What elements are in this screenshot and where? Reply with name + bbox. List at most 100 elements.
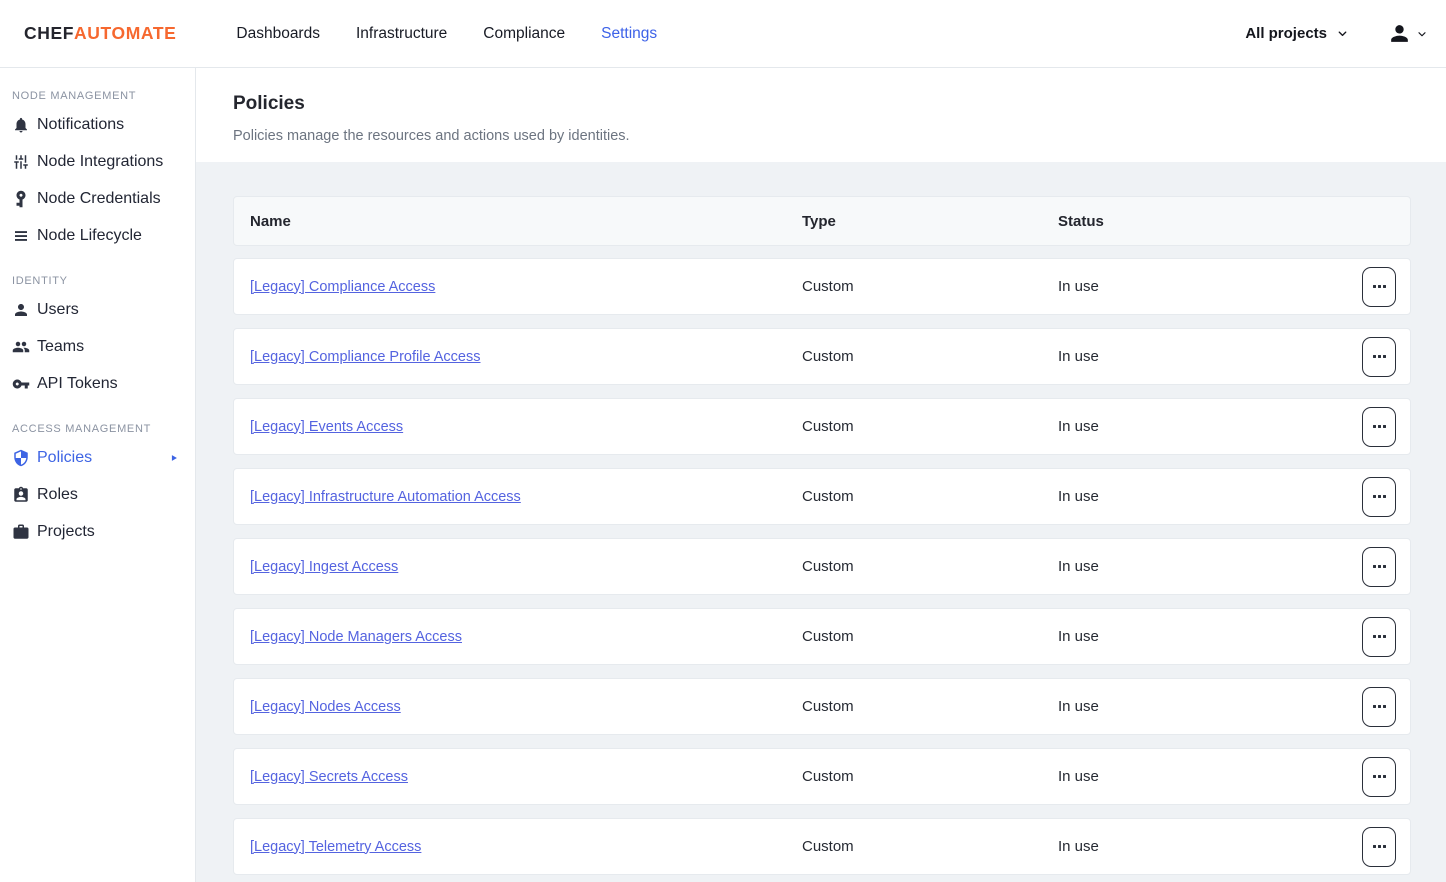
nav-item-dashboards[interactable]: Dashboards [236, 25, 320, 43]
sidebar-section-heading: ACCESS MANAGEMENT [0, 419, 195, 439]
sidebar-item-node-lifecycle[interactable]: Node Lifecycle [0, 217, 195, 254]
sidebar: NODE MANAGEMENT Notifications Node Integra… [0, 68, 196, 882]
policy-link[interactable]: [Legacy] Ingest Access [250, 559, 398, 575]
policy-type: Custom [802, 488, 1058, 505]
chevron-down-icon [1416, 28, 1428, 40]
badge-icon [11, 486, 30, 504]
policy-link[interactable]: [Legacy] Compliance Profile Access [250, 349, 481, 365]
sidebar-item-label: Projects [37, 523, 95, 541]
page-description: Policies manage the resources and action… [233, 128, 1409, 144]
policy-row: [Legacy] Ingest Access CustomIn use [233, 538, 1411, 595]
row-menu-button[interactable] [1362, 267, 1396, 307]
policy-link[interactable]: [Legacy] Nodes Access [250, 699, 401, 715]
policy-status: In use [1058, 628, 1362, 645]
sidebar-item-teams[interactable]: Teams [0, 328, 195, 365]
policy-type: Custom [802, 838, 1058, 855]
policy-type: Custom [802, 278, 1058, 295]
sidebar-item-label: Notifications [37, 116, 124, 134]
sidebar-item-label: Policies [37, 449, 92, 467]
policy-type: Custom [802, 418, 1058, 435]
row-menu-button[interactable] [1362, 407, 1396, 447]
nav-item-compliance[interactable]: Compliance [483, 25, 565, 43]
sidebar-section-access-management: ACCESS MANAGEMENT Policies Roles Projects [0, 419, 195, 550]
policy-link[interactable]: [Legacy] Telemetry Access [250, 839, 421, 855]
briefcase-icon [11, 523, 30, 541]
sidebar-section-node-management: NODE MANAGEMENT Notifications Node Integra… [0, 86, 195, 254]
sliders-icon [11, 153, 30, 171]
policy-link[interactable]: [Legacy] Node Managers Access [250, 629, 462, 645]
policy-status: In use [1058, 558, 1362, 575]
table-body: [Legacy] Compliance AccessCustomIn use[L… [233, 258, 1411, 875]
sidebar-item-label: Node Integrations [37, 153, 163, 171]
logo-chef-text: CHEF [24, 23, 74, 44]
row-menu-button[interactable] [1362, 687, 1396, 727]
sidebar-item-label: Node Lifecycle [37, 227, 142, 245]
sidebar-item-label: Roles [37, 486, 78, 504]
sidebar-item-notifications[interactable]: Notifications [0, 106, 195, 143]
policy-status: In use [1058, 488, 1362, 505]
row-menu-button[interactable] [1362, 827, 1396, 867]
sidebar-item-projects[interactable]: Projects [0, 513, 195, 550]
policy-row: [Legacy] Nodes Access CustomIn use [233, 678, 1411, 735]
page-header: Policies Policies manage the resources a… [196, 68, 1446, 162]
policy-type: Custom [802, 558, 1058, 575]
policy-row: [Legacy] Infrastructure Automation Acces… [233, 468, 1411, 525]
projects-filter-dropdown[interactable]: All projects [1245, 25, 1349, 42]
policy-type: Custom [802, 628, 1058, 645]
user-menu[interactable] [1387, 21, 1428, 46]
sidebar-section-identity: IDENTITY Users Teams API Tokens [0, 271, 195, 402]
topbar-right: All projects [1245, 21, 1428, 46]
policy-row: [Legacy] Compliance Profile Access Custom… [233, 328, 1411, 385]
policy-status: In use [1058, 348, 1362, 365]
policy-status: In use [1058, 838, 1362, 855]
policy-link[interactable]: [Legacy] Secrets Access [250, 769, 408, 785]
sidebar-item-api-tokens[interactable]: API Tokens [0, 365, 195, 402]
logo-automate-text: AUTOMATE [74, 23, 176, 44]
policy-type: Custom [802, 768, 1058, 785]
policy-type: Custom [802, 348, 1058, 365]
policy-row: [Legacy] Secrets AccessCustomIn use [233, 748, 1411, 805]
policy-link[interactable]: [Legacy] Events Access [250, 419, 403, 435]
sidebar-section-heading: IDENTITY [0, 271, 195, 291]
sidebar-item-policies[interactable]: Policies [0, 439, 195, 476]
sidebar-item-users[interactable]: Users [0, 291, 195, 328]
row-menu-button[interactable] [1362, 547, 1396, 587]
row-menu-button[interactable] [1362, 617, 1396, 657]
main-nav: Dashboards Infrastructure Compliance Settin… [236, 25, 657, 43]
policy-row: [Legacy] Events Access CustomIn use [233, 398, 1411, 455]
bell-icon [11, 116, 30, 134]
sidebar-item-label: Users [37, 301, 79, 319]
column-header-name: Name [250, 213, 802, 230]
sidebar-item-label: Node Credentials [37, 190, 161, 208]
policy-row: [Legacy] Compliance Access CustomIn use [233, 258, 1411, 315]
chevron-down-icon [1336, 27, 1349, 40]
row-menu-button[interactable] [1362, 477, 1396, 517]
nav-item-infrastructure[interactable]: Infrastructure [356, 25, 447, 43]
chef-automate-logo[interactable]: CHEFAUTOMATE [24, 23, 176, 44]
person-icon [11, 301, 30, 319]
row-menu-button[interactable] [1362, 337, 1396, 377]
shield-icon [11, 449, 30, 467]
column-header-type: Type [802, 213, 1058, 230]
policy-type: Custom [802, 698, 1058, 715]
nav-item-settings[interactable]: Settings [601, 25, 657, 43]
sidebar-item-roles[interactable]: Roles [0, 476, 195, 513]
policies-table: Name Type Status [Legacy] Compliance Acc… [196, 162, 1446, 882]
sidebar-item-node-credentials[interactable]: Node Credentials [0, 180, 195, 217]
policy-row: [Legacy] Node Managers Access CustomIn us… [233, 608, 1411, 665]
sidebar-section-heading: NODE MANAGEMENT [0, 86, 195, 106]
column-header-status: Status [1058, 213, 1410, 230]
policy-status: In use [1058, 418, 1362, 435]
sidebar-item-label: Teams [37, 338, 84, 356]
policy-link[interactable]: [Legacy] Infrastructure Automation Acces… [250, 489, 521, 505]
key-vertical-icon [11, 190, 30, 208]
user-avatar-icon [1387, 21, 1412, 46]
policy-status: In use [1058, 278, 1362, 295]
sidebar-item-node-integrations[interactable]: Node Integrations [0, 143, 195, 180]
policy-link[interactable]: [Legacy] Compliance Access [250, 279, 435, 295]
key-icon [11, 375, 30, 393]
policy-status: In use [1058, 698, 1362, 715]
row-menu-button[interactable] [1362, 757, 1396, 797]
triangle-right-icon [164, 453, 183, 463]
projects-filter-label: All projects [1245, 25, 1327, 42]
